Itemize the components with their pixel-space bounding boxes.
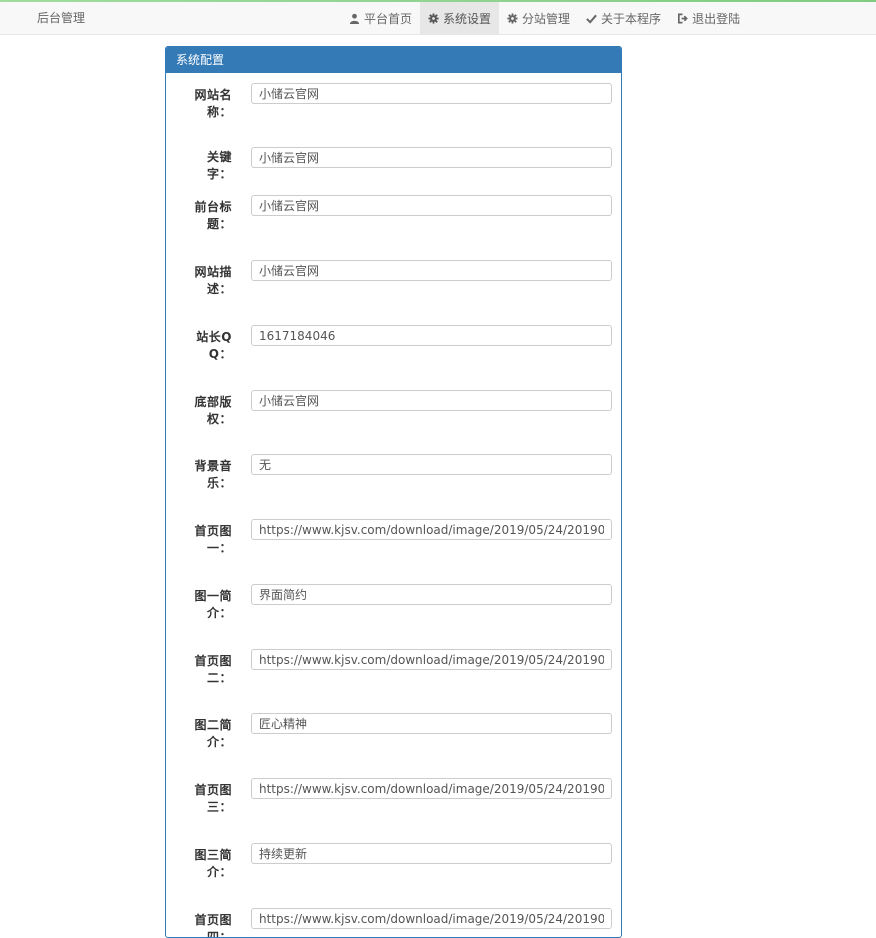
image-2-intro-input[interactable] (251, 713, 612, 734)
sign-out-icon (677, 13, 688, 24)
home-image-4-input[interactable] (251, 908, 612, 929)
gear-icon (428, 12, 439, 24)
nav-item-substation-management[interactable]: 分站管理 (499, 2, 578, 34)
nav-label: 系统设置 (443, 11, 492, 26)
nav-item-logout[interactable]: 退出登陆 (669, 2, 748, 34)
field-label: 底部版权： (194, 395, 232, 426)
field-label: 首页图三： (194, 783, 232, 814)
nav-label: 分站管理 (522, 11, 571, 26)
field-label: 背景音乐： (194, 459, 232, 490)
site-name-input[interactable] (251, 83, 612, 104)
front-title-input[interactable] (251, 195, 612, 216)
background-music-input[interactable] (251, 454, 612, 475)
top-navbar: 后台管理 平台首页 系统设置 分站管理 关于本程序 退出登陆 (0, 0, 876, 35)
site-description-input[interactable] (251, 260, 612, 281)
nav-label: 退出登陆 (692, 11, 741, 26)
field-label: 网站名称： (194, 88, 232, 119)
check-icon (586, 13, 597, 24)
main-nav: 平台首页 系统设置 分站管理 关于本程序 退出登陆 (341, 2, 748, 34)
user-icon (349, 13, 360, 24)
field-label: 图一简介： (194, 589, 232, 620)
keywords-input[interactable] (251, 147, 612, 168)
home-image-3-input[interactable] (251, 778, 612, 799)
field-label: 关键字： (206, 150, 232, 181)
field-label: 站长QQ： (196, 330, 232, 361)
home-image-2-input[interactable] (251, 649, 612, 670)
field-label: 网站描述： (194, 265, 232, 296)
nav-item-system-settings[interactable]: 系统设置 (420, 2, 500, 34)
field-label: 首页图二： (194, 654, 232, 685)
system-config-panel: 系统配置 网站名称： 关键字： 前台标题： 网站描述： 站长QQ： 底部版权： … (165, 46, 622, 938)
field-label: 图三简介： (194, 848, 232, 879)
image-1-intro-input[interactable] (251, 584, 612, 605)
nav-item-platform-home[interactable]: 平台首页 (341, 2, 420, 34)
nav-label: 平台首页 (364, 11, 413, 26)
nav-item-about[interactable]: 关于本程序 (578, 2, 669, 34)
panel-title: 系统配置 (166, 47, 621, 73)
brand-title[interactable]: 后台管理 (37, 9, 85, 26)
field-label: 首页图一： (194, 524, 232, 555)
admin-qq-input[interactable] (251, 325, 612, 346)
field-label: 前台标题： (194, 200, 232, 231)
nav-label: 关于本程序 (601, 11, 662, 26)
footer-copyright-input[interactable] (251, 390, 612, 411)
gears-icon (507, 12, 518, 24)
home-image-1-input[interactable] (251, 519, 612, 540)
field-label: 首页图四： (194, 913, 232, 938)
image-3-intro-input[interactable] (251, 843, 612, 864)
field-label: 图二简介： (194, 718, 232, 749)
